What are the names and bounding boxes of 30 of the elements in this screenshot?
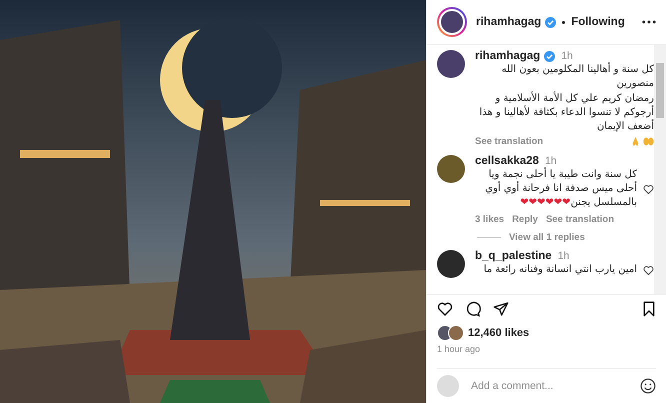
user-avatar [437,375,459,397]
bookmark-icon[interactable] [642,301,656,317]
emoji-icon[interactable] [640,378,656,394]
following-status[interactable]: Following [571,16,625,28]
profile-avatar[interactable] [437,7,467,37]
comment-text: امين يارب انتي انسانة وفنانه رائعة ما [482,263,637,277]
post-time: 1 hour ago [437,344,482,354]
user-avatar[interactable] [437,155,465,183]
share-icon[interactable] [493,301,509,317]
timestamp: 1h [561,50,573,62]
scrollbar[interactable] [654,45,666,294]
username[interactable]: rihamhagag [475,50,540,62]
user-avatar [448,325,464,341]
caption-text: كل سنة و أهالينا المكلومين بعون الله منصورين [500,63,654,91]
more-options-icon[interactable] [642,20,656,24]
username[interactable]: b_q_palestine [475,250,552,262]
like-count[interactable]: 12,460 likes [468,327,530,339]
heart-icon[interactable] [437,301,453,317]
caption-text: رمضان كريم علي كل الأمة الأسلامية و أرجوكم لا تنسوا الدعاء بكثافة لأهالينا و هذا أضعف الإيمان [478,92,654,134]
heart-icon[interactable] [643,184,654,194]
username[interactable]: cellsakka28 [475,155,539,167]
comment-input[interactable]: Add a comment... [469,379,630,393]
user-avatar[interactable] [437,250,465,278]
user-avatar[interactable] [437,50,465,78]
username[interactable]: rihamhagag [476,16,542,28]
comment-text: كل سنة وانت طيبة يا أحلى نجمة ويا أحلى ميس صدفة انا فرحانة أوي أوي بالمسلسل يجنن❤❤❤❤❤❤ [484,168,637,210]
comment-icon[interactable] [465,301,481,317]
heart-icon[interactable] [643,264,654,276]
timestamp: 1h [558,250,570,262]
timestamp: 1h [544,155,557,167]
